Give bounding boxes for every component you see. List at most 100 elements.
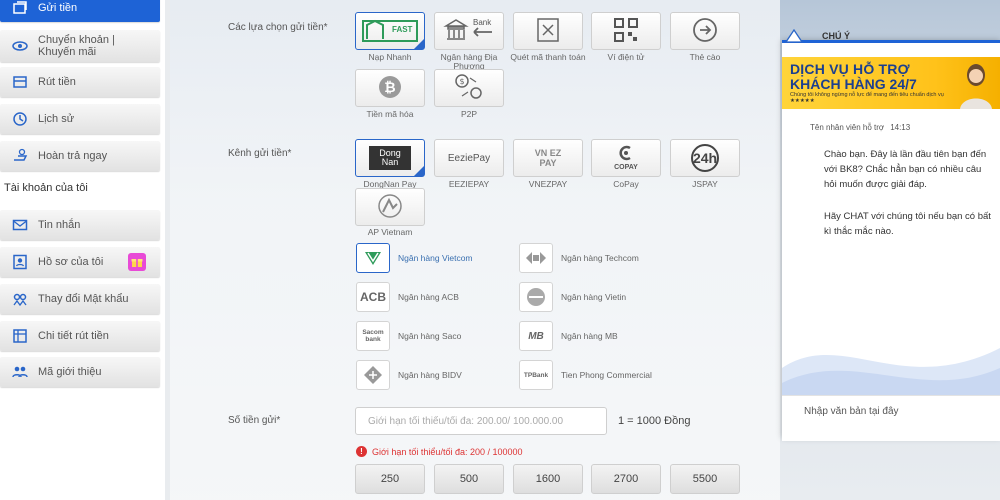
agent-name: Tên nhân viên hỗ trợ — [810, 123, 885, 132]
sidebar-item-label: Tin nhắn — [38, 219, 81, 231]
option-e-wallet[interactable] — [591, 12, 661, 50]
sidebar-item-label: Hồ sơ của tôi — [38, 256, 104, 268]
bank-name: Ngân hàng ACB — [398, 292, 459, 302]
card-icon — [691, 16, 719, 47]
refund-icon — [10, 146, 30, 166]
bank-logo: MB — [519, 321, 553, 351]
sidebar-item-withdraw-details[interactable]: Chi tiết rút tiền — [0, 321, 160, 351]
channel-logo: 24h — [691, 144, 719, 172]
channel-vnezpay[interactable]: VN EZ PAY — [513, 139, 583, 177]
channel-logo: EeziePay — [447, 152, 491, 164]
option-logo-text: Bank — [473, 18, 492, 27]
vietcom-logo-icon — [356, 243, 390, 273]
sidebar-item-history[interactable]: Lịch sử — [0, 104, 160, 134]
amount-label: Số tiền gửi* — [228, 415, 281, 426]
deposit-options-label: Các lựa chọn gửi tiền* — [228, 22, 328, 33]
gift-icon — [128, 253, 146, 271]
techcom-logo-icon — [519, 243, 553, 273]
chat-message: Chào bạn. Đây là lần đầu tiên bạn đến vớ… — [824, 149, 987, 190]
channel-ap-vietnam[interactable] — [355, 188, 425, 226]
bank-logo: ACB — [356, 282, 390, 312]
option-caption: Nạp Nhanh — [368, 52, 412, 62]
channel-logo: Dong Nan — [369, 146, 411, 170]
amount-button-500[interactable]: 500 — [434, 464, 504, 494]
option-scratch-card[interactable] — [670, 12, 740, 50]
banner-line1: DỊCH VỤ HỖ TRỢ — [790, 61, 910, 77]
qr-pay-icon — [533, 16, 563, 47]
bank-name: Ngân hàng BIDV — [398, 370, 462, 380]
withdraw-details-icon — [10, 326, 30, 346]
amount-button-1600[interactable]: 1600 — [513, 464, 583, 494]
p2p-icon: $ — [452, 72, 486, 105]
bank-mb[interactable]: MB Ngân hàng MB — [519, 321, 618, 351]
option-crypto[interactable]: ₿ — [355, 69, 425, 107]
bank-logo: Sacom bank — [356, 321, 390, 351]
option-local-bank[interactable]: Bank — [434, 12, 504, 50]
option-logo-text: FAST — [392, 25, 413, 34]
bank-bidv[interactable]: Ngân hàng BIDV — [356, 360, 462, 390]
chat-title: CHÚ Ý — [822, 31, 851, 41]
referral-icon — [10, 362, 30, 382]
transfer-icon — [10, 36, 30, 56]
option-scan-qr[interactable] — [513, 12, 583, 50]
history-icon — [10, 109, 30, 129]
channel-caption: VNEZPAY — [528, 179, 568, 189]
bank-techcom[interactable]: Ngân hàng Techcom — [519, 243, 639, 273]
sidebar-item-profile[interactable]: Hồ sơ của tôi — [0, 247, 160, 277]
amount-button-5500[interactable]: 5500 — [670, 464, 740, 494]
option-p2p[interactable]: $ — [434, 69, 504, 107]
bank-vietcom[interactable]: Ngân hàng Vietcom — [356, 243, 473, 273]
limit-error-text: Giới hạn tối thiểu/tối đa: 200 / 100000 — [372, 446, 523, 457]
sidebar-item-referral[interactable]: Mã giới thiệu — [0, 357, 160, 387]
bank-vietin[interactable]: Ngân hàng Vietin — [519, 282, 626, 312]
bank-tpbank[interactable]: TPBank Tien Phong Commercial — [519, 360, 652, 390]
deposit-panel: Các lựa chọn gửi tiền* FAST Nạp Nhanh Ba… — [170, 0, 790, 500]
bank-name: Ngân hàng Techcom — [561, 253, 639, 263]
channel-copay[interactable]: COPAY — [591, 139, 661, 177]
message-time: 14:13 — [890, 123, 911, 132]
withdraw-icon — [10, 72, 30, 92]
bank-saco[interactable]: Sacom bank Ngân hàng Saco — [356, 321, 461, 351]
account-section-title: Tài khoản của tôi — [4, 182, 88, 194]
bank-name: Ngân hàng MB — [561, 331, 618, 341]
sidebar-item-refund[interactable]: Hoàn trả ngay — [0, 141, 160, 171]
bank-name: Ngân hàng Saco — [398, 331, 462, 341]
sidebar-item-deposit[interactable]: Gửi tiền — [0, 0, 160, 22]
sidebar-item-transfer[interactable]: Chuyển khoản | Khuyến mãi — [0, 30, 160, 62]
bank-name: Ngân hàng Vietin — [561, 292, 627, 302]
channel-dongnan-pay[interactable]: Dong Nan — [355, 139, 425, 177]
sidebar-item-withdraw[interactable]: Rút tiền — [0, 67, 160, 97]
warning-icon — [784, 28, 804, 46]
banner-subtitle: Chúng tôi không ngừng nỗ lực để mang đến… — [790, 92, 944, 104]
support-banner: DỊCH VỤ HỖ TRỢ KHÁCH HÀNG 24/7 Chúng tôi… — [782, 57, 1000, 109]
channel-jspay[interactable]: 24h — [670, 139, 740, 177]
option-fast-deposit[interactable]: FAST — [355, 12, 425, 50]
sidebar: Gửi tiền Chuyển khoản | Khuyến mãi Rút t… — [0, 0, 165, 500]
channel-logo: VN EZ PAY — [534, 148, 562, 168]
support-chat-widget: CHÚ Ý DỊCH VỤ HỖ TRỢ KHÁCH HÀNG 24/7 Chú… — [782, 28, 1000, 441]
bank-name: Tien Phong Commercial — [561, 370, 652, 380]
channel-caption: AP Vietnam — [367, 227, 413, 237]
amount-button-2700[interactable]: 2700 — [591, 464, 661, 494]
copay-icon — [616, 145, 636, 164]
sidebar-item-label: Thay đổi Mật khẩu — [38, 293, 129, 305]
channel-eeziepay[interactable]: EeziePay — [434, 139, 504, 177]
svg-text:₿: ₿ — [384, 80, 395, 96]
sidebar-item-label: Gửi tiền — [38, 2, 78, 14]
deposit-icon — [10, 0, 30, 18]
sidebar-item-change-password[interactable]: Thay đổi Mật khẩu — [0, 284, 160, 314]
sidebar-item-messages[interactable]: Tin nhắn — [0, 210, 160, 240]
sidebar-item-label: Hoàn trả ngay — [38, 150, 108, 162]
channel-caption: CoPay — [613, 179, 639, 189]
vietin-logo-icon — [519, 282, 553, 312]
chat-input[interactable]: Nhập văn bản tại đây — [782, 395, 1000, 441]
ap-logo-icon — [375, 192, 405, 223]
amount-input[interactable] — [355, 407, 607, 435]
bitcoin-icon: ₿ — [376, 73, 404, 104]
amount-button-250[interactable]: 250 — [355, 464, 425, 494]
bank-acb[interactable]: ACB Ngân hàng ACB — [356, 282, 459, 312]
option-caption: Quét mã thanh toán — [510, 52, 586, 62]
chat-message: Hãy CHAT với chúng tôi nếu bạn có bất kì… — [824, 211, 991, 237]
svg-text:$: $ — [459, 77, 464, 86]
sidebar-item-label: Lịch sử — [38, 113, 75, 125]
